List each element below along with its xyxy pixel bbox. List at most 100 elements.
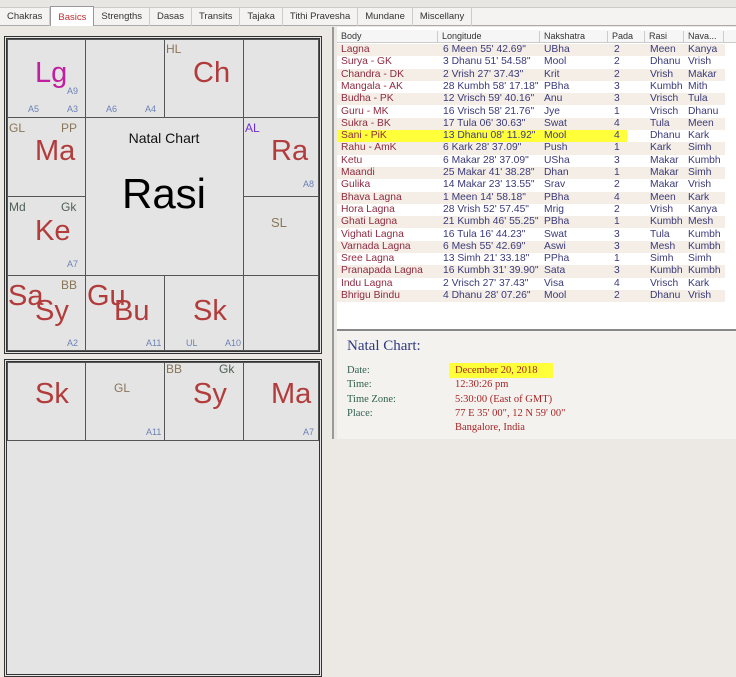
house-cell[interactable] [243,39,319,118]
arudha-label: A4 [145,104,157,114]
planet-sukra: Sk [35,378,69,410]
special-lagna-label: BB [166,362,183,376]
cell-navamsa: Kark [688,277,710,289]
table-row[interactable]: Sani - PiK 13 Dhanu 08' 11.92" Mool 4 Dhanu K… [337,130,725,143]
cell-pada: 3 [614,93,620,105]
table-row[interactable]: Indu Lagna 2 Vrisch 27' 37.43" Visa 4 Vrisch… [337,278,725,290]
cell-rasi: Vrisch [650,277,679,289]
table-row[interactable]: Sree Lagna 13 Simh 21' 33.18" PPha 1 Simh Sim… [337,253,725,265]
cell-longitude: 2 Vrisch 27' 37.43" [443,277,529,289]
arudha-lagna-label: AL [245,121,260,135]
cell-longitude: 16 Vrisch 58' 21.76" [443,105,535,117]
table-row[interactable]: Sukra - BK 17 Tula 06' 30.63" Swat 4 Tula Mee… [337,117,725,131]
tab-chakras[interactable]: Chakras [0,8,51,26]
column-header-rasi[interactable]: Rasi [645,31,684,43]
table-row[interactable]: Chandra - DK 2 Vrish 27' 37.43" Krit 2 Vrish… [337,68,725,81]
house-cell[interactable] [243,275,319,351]
chart-pane: Natal Chart Rasi Lg A9 A5 A3 A6 A4 HL Ch… [0,27,334,677]
cell-rasi: Simh [650,253,674,265]
cell-body: Bhrigu Bindu [341,290,400,301]
arudha-label: A9 [67,86,79,96]
table-row[interactable]: Bhava Lagna 1 Meen 14' 58.18" PBha 4 Meen Kar… [337,191,725,204]
table-row[interactable]: Lagna 6 Meen 55' 42.69" UBha 2 Meen Kanya [337,44,725,57]
cell-pada: 4 [614,130,620,142]
table-row[interactable]: Ketu 6 Makar 28' 37.09" USha 3 Makar Kumbh [337,155,725,167]
table-row[interactable]: Bhrigu Bindu 4 Dhanu 28' 07.26" Mool 2 Dhanu… [337,290,725,303]
upagraha-label: Gk [219,362,235,376]
table-row[interactable]: Gulika 14 Makar 23' 13.55" Srav 2 Makar Vrish [337,179,725,191]
cell-nakshatra: Mool [544,290,567,301]
cell-rasi: Makar [650,179,679,191]
cell-body: Ketu [341,154,363,166]
cell-longitude: 28 Vrish 52' 57.45" [443,203,529,215]
tab-tithi-pravesha[interactable]: Tithi Pravesha [283,8,359,26]
cell-navamsa: Kanya [688,203,718,215]
table-row[interactable]: Vighati Lagna 16 Tula 16' 44.23" Swat 3 Tula… [337,229,725,241]
column-header-body[interactable]: Body [337,31,438,43]
cell-pada: 2 [614,56,620,68]
table-row[interactable]: Budha - PK 12 Vrisch 59' 40.16" Anu 3 Vrisch… [337,93,725,106]
cell-navamsa: Tula [688,93,708,105]
cell-body: Maandi [341,167,375,178]
table-row[interactable]: Surya - GK 3 Dhanu 51' 54.58" Mool 2 Dhanu Vr… [337,56,725,68]
cell-pada: 4 [614,191,620,203]
arudha-label: A7 [67,259,79,269]
cell-body: Ghati Lagna [341,216,398,228]
tab-strengths[interactable]: Strengths [94,8,151,26]
cell-navamsa: Simh [688,253,712,265]
cell-rasi: Tula [650,117,670,129]
table-row[interactable]: Ghati Lagna 21 Kumbh 46' 55.25" PBha 1 Kumbh… [337,216,725,229]
table-row[interactable]: Maandi 25 Makar 41' 38.28" Dhan 1 Makar Simh [337,167,725,180]
tab-miscellany[interactable]: Miscellany [413,8,473,26]
cell-navamsa: Kumbh [688,265,721,277]
table-row[interactable]: Varnada Lagna 6 Mesh 55' 42.69" Aswi 3 Mesh K… [337,240,725,254]
house-cell[interactable] [243,196,319,276]
cell-pada: 3 [614,228,620,240]
rasi-chart[interactable]: Natal Chart Rasi Lg A9 A5 A3 A6 A4 HL Ch… [4,36,322,354]
tab-tajaka[interactable]: Tajaka [240,8,283,26]
table-row[interactable]: Pranapada Lagna 16 Kumbh 31' 39.90" Sata 3 K… [337,265,725,278]
cell-navamsa: Mesh [688,216,714,228]
cell-pada: 3 [614,80,620,92]
column-header-pada[interactable]: Pada [608,31,645,43]
table-row[interactable]: Hora Lagna 28 Vrish 52' 57.45" Mrig 2 Vrish K… [337,204,725,216]
cell-nakshatra: Mrig [544,203,565,215]
column-header-navamsa[interactable]: Nava... [684,31,724,43]
cell-rasi: Makar [650,154,679,166]
cell-pada: 1 [614,167,620,178]
cell-navamsa: Simh [688,142,712,154]
cell-navamsa: Kumbh [688,240,721,252]
cell-nakshatra: Mool [544,56,567,68]
column-header-longitude[interactable]: Longitude [438,31,540,43]
arudha-label: A5 [28,104,40,114]
planet-rahu: Ra [271,135,309,167]
cell-nakshatra: PBha [544,191,570,203]
special-lagna-label: GL [9,121,26,135]
timezone-label: Time Zone: [347,394,396,405]
cell-nakshatra: Srav [544,179,566,191]
cell-nakshatra: Mool [544,130,567,142]
tab-dasas[interactable]: Dasas [150,8,192,26]
cell-longitude: 13 Simh 21' 33.18" [443,253,530,265]
table-row[interactable]: Rahu - AmK 6 Kark 28' 37.09" Push 1 Kark Simh [337,142,725,155]
cell-longitude: 21 Kumbh 46' 55.25" [443,216,539,228]
table-row[interactable]: Guru - MK 16 Vrisch 58' 21.76" Jye 1 Vrisch D… [337,106,725,118]
cell-pada: 4 [614,277,620,289]
cell-pada: 4 [614,117,620,129]
time-label: Time: [347,379,372,390]
cell-navamsa: Mith [688,80,708,92]
cell-nakshatra: Anu [544,93,563,105]
tab-transits[interactable]: Transits [192,8,241,26]
table-row[interactable]: Mangala - AK 28 Kumbh 58' 17.18" PBha 3 Kumb… [337,81,725,93]
column-header-nakshatra[interactable]: Nakshatra [540,31,608,43]
cell-nakshatra: Aswi [544,240,566,252]
cell-body: Vighati Lagna [341,228,404,240]
upagraha-label: Gk [61,200,77,214]
tab-basics[interactable]: Basics [50,6,95,26]
cell-nakshatra: Jye [544,105,561,117]
planet-ketu: Ke [35,215,71,247]
cell-navamsa: Dhanu [688,105,719,117]
second-chart[interactable]: Sk GL BB Gk Sy Ma A11 A7 [4,359,322,677]
tab-mundane[interactable]: Mundane [358,8,413,26]
arudha-label: A8 [303,179,315,189]
